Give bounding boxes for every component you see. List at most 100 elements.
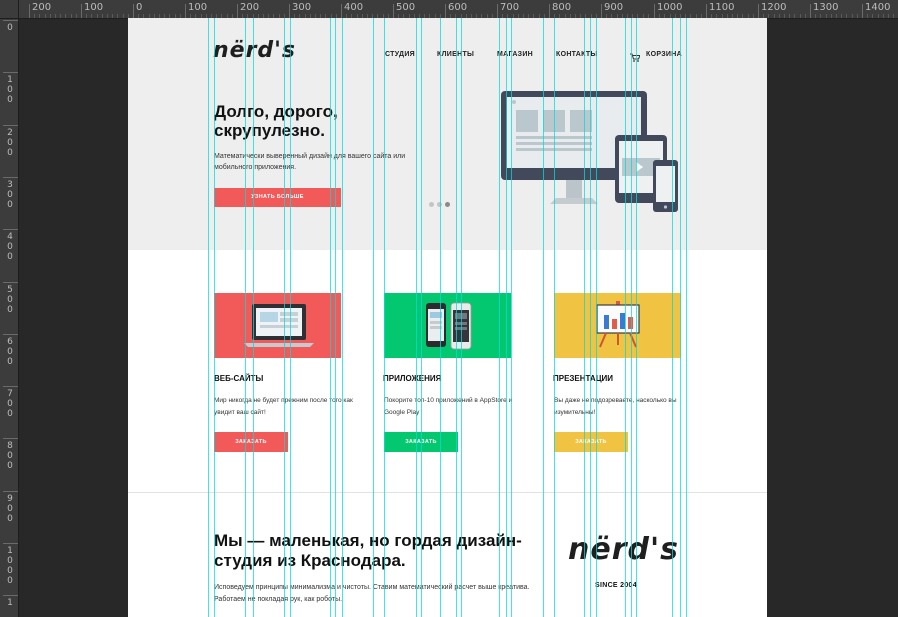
ruler-corner — [0, 0, 19, 19]
devices-illustration-icon — [501, 91, 678, 212]
ruler-minor-tick — [112, 14, 113, 18]
ruler-tick — [862, 4, 863, 18]
ruler-label: 100 — [84, 2, 104, 13]
ruler-label: 1400 — [865, 2, 891, 13]
ruler-label: 700 — [500, 2, 520, 13]
order-websites-button[interactable]: ЗАКАЗАТЬ — [214, 432, 288, 452]
learn-more-button[interactable]: УЗНАТЬ БОЛЬШЕ — [214, 188, 341, 207]
ruler-minor-tick — [883, 14, 884, 18]
slider-dot-2[interactable] — [437, 202, 442, 207]
about-title: Мы — маленькая, но гордая дизайн-студия … — [214, 531, 522, 570]
slider-dot-3[interactable] — [445, 202, 450, 207]
ruler-minor-tick — [107, 14, 108, 18]
ruler-minor-tick — [852, 14, 853, 18]
ruler-tick — [3, 543, 18, 544]
hero-title: Долго, дорого, скрупулезно. — [214, 102, 338, 140]
ruler-tick — [758, 4, 759, 18]
ruler-label: 1000 — [7, 546, 13, 586]
nav-item-clients[interactable]: КЛИЕНТЫ — [437, 51, 474, 58]
ruler-minor-tick — [841, 14, 842, 18]
ruler-minor-tick — [97, 14, 98, 18]
ruler-tick — [445, 4, 446, 18]
ruler-tick — [3, 282, 18, 283]
ruler-label: 100 — [7, 75, 13, 105]
ruler-label: 200 — [32, 2, 52, 13]
ruler-minor-tick — [867, 14, 868, 18]
about-text: Исповедуем принципы минимализма и чистот… — [214, 584, 530, 603]
ruler-tick — [3, 386, 18, 387]
ruler-tick — [654, 4, 655, 18]
nav-item-cart[interactable]: КОРЗИНА — [646, 51, 682, 58]
ruler-label: 700 — [7, 389, 13, 419]
service-title-presentations: ПРЕЗЕНТАЦИИ — [553, 374, 614, 383]
nav-item-studio[interactable]: СТУДИЯ — [385, 51, 415, 58]
section-divider — [128, 492, 767, 493]
order-presentations-button[interactable]: ЗАКАЗАТЬ — [554, 432, 628, 452]
ruler-label: 400 — [7, 232, 13, 262]
service-card-presentations[interactable] — [554, 293, 681, 358]
ruler-tick — [133, 4, 134, 18]
hero-subtitle: Математически выверенный дизайн для ваше… — [214, 153, 406, 171]
ruler-minor-tick — [893, 14, 894, 18]
ruler-minor-tick — [779, 14, 780, 18]
ruler-minor-tick — [815, 14, 816, 18]
ruler-tick — [3, 229, 18, 230]
ruler-label: 500 — [7, 285, 13, 315]
ruler-tick — [185, 4, 186, 18]
service-text-presentations: Вы даже не подозреваете, насколько вы из… — [554, 397, 677, 416]
ruler-tick — [3, 125, 18, 126]
ruler-minor-tick — [784, 14, 785, 18]
service-title-apps: ПРИЛОЖЕНИЯ — [383, 374, 442, 383]
ruler-minor-tick — [846, 14, 847, 18]
ruler-minor-tick — [34, 14, 35, 18]
ruler-minor-tick — [65, 14, 66, 18]
presentation-board-icon — [596, 301, 640, 348]
ruler-minor-tick — [789, 14, 790, 18]
ruler-label: 200 — [7, 128, 13, 158]
ruler-tick — [393, 4, 394, 18]
cart-icon[interactable] — [630, 49, 641, 67]
ruler-tick — [549, 4, 550, 18]
slider-dot-1[interactable] — [429, 202, 434, 207]
ruler-label: 900 — [7, 494, 13, 524]
ruler-label: 100 — [188, 2, 208, 13]
vertical-ruler[interactable]: 0 100 200 300 400 500 600 700 800 900 1000 1 — [0, 18, 19, 617]
ruler-tick — [237, 4, 238, 18]
service-card-apps[interactable] — [384, 293, 511, 358]
ruler-minor-tick — [117, 14, 118, 18]
ruler-minor-tick — [836, 14, 837, 18]
nav-item-contacts[interactable]: КОНТАКТЫ — [556, 51, 598, 58]
slider-dots — [429, 194, 453, 212]
smartphones-icon — [426, 302, 472, 350]
ruler-minor-tick — [878, 14, 879, 18]
ruler-minor-tick — [55, 14, 56, 18]
service-card-websites[interactable] — [214, 293, 341, 358]
ruler-label: 1300 — [813, 2, 839, 13]
service-text-websites: Мир никогда не будет прежним после того … — [214, 397, 353, 416]
document-canvas[interactable]: nërd's СТУДИЯ КЛИЕНТЫ МАГАЗИН КОНТАКТЫ К… — [128, 18, 767, 617]
order-apps-button[interactable]: ЗАКАЗАТЬ — [384, 432, 458, 452]
since-label: SINCE 2004 — [595, 582, 637, 589]
ruler-label: 1000 — [657, 2, 683, 13]
ruler-minor-tick — [50, 14, 51, 18]
ruler-tick — [3, 177, 18, 178]
ruler-label: 1100 — [709, 2, 735, 13]
nav-item-shop[interactable]: МАГАЗИН — [497, 51, 533, 58]
ruler-minor-tick — [826, 14, 827, 18]
ruler-label: 500 — [396, 2, 416, 13]
ruler-minor-tick — [774, 14, 775, 18]
ruler-minor-tick — [71, 14, 72, 18]
ruler-minor-tick — [60, 14, 61, 18]
site-logo[interactable]: nërd's — [213, 38, 296, 63]
horizontal-ruler[interactable]: 200 100 0 100 200 300 400 500 600 700 800 900 1000 11… — [0, 0, 898, 19]
hero-section: nërd's СТУДИЯ КЛИЕНТЫ МАГАЗИН КОНТАКТЫ К… — [128, 18, 767, 250]
ruler-minor-tick — [857, 14, 858, 18]
ruler-minor-tick — [86, 14, 87, 18]
ruler-label: 600 — [448, 2, 468, 13]
ruler-minor-tick — [800, 14, 801, 18]
ruler-minor-tick — [831, 14, 832, 18]
ruler-label: 300 — [292, 2, 312, 13]
ruler-minor-tick — [872, 14, 873, 18]
ruler-minor-tick — [888, 14, 889, 18]
ruler-minor-tick — [102, 14, 103, 18]
